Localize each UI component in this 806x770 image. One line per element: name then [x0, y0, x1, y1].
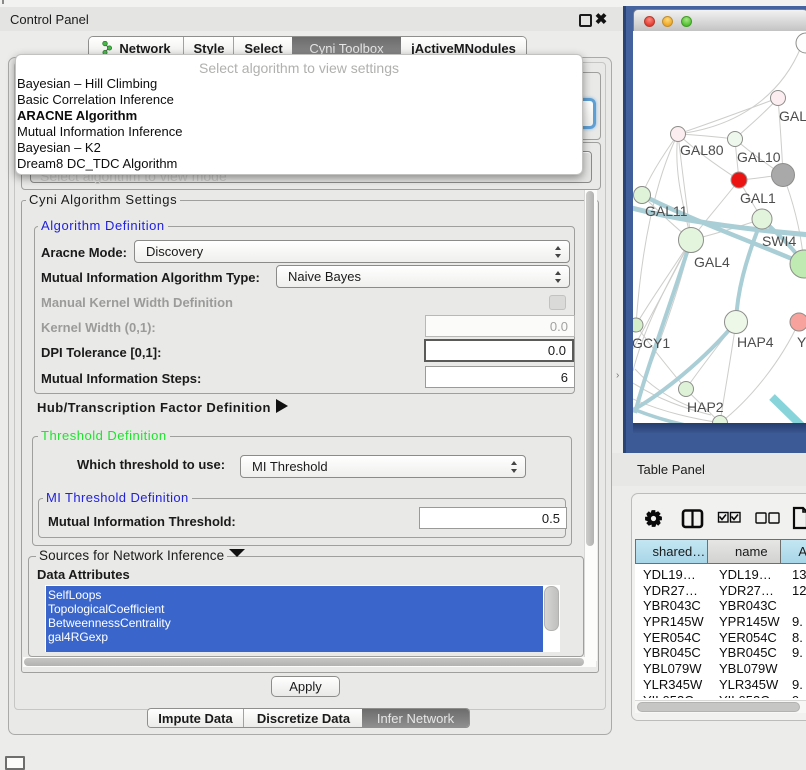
- svg-text:HAP2: HAP2: [687, 399, 724, 415]
- svg-text:HAP4: HAP4: [737, 334, 774, 350]
- svg-text:GAL11: GAL11: [645, 203, 688, 219]
- svg-text:Y: Y: [797, 334, 806, 350]
- svg-text:GCY1: GCY1: [633, 335, 670, 351]
- svg-text:GAL10: GAL10: [737, 149, 781, 165]
- svg-text:SWI4: SWI4: [762, 233, 796, 249]
- svg-text:GAL80: GAL80: [680, 142, 724, 158]
- svg-text:GAL1: GAL1: [740, 190, 776, 206]
- svg-text:GAL7: GAL7: [779, 108, 806, 124]
- svg-text:GAL4: GAL4: [694, 254, 730, 270]
